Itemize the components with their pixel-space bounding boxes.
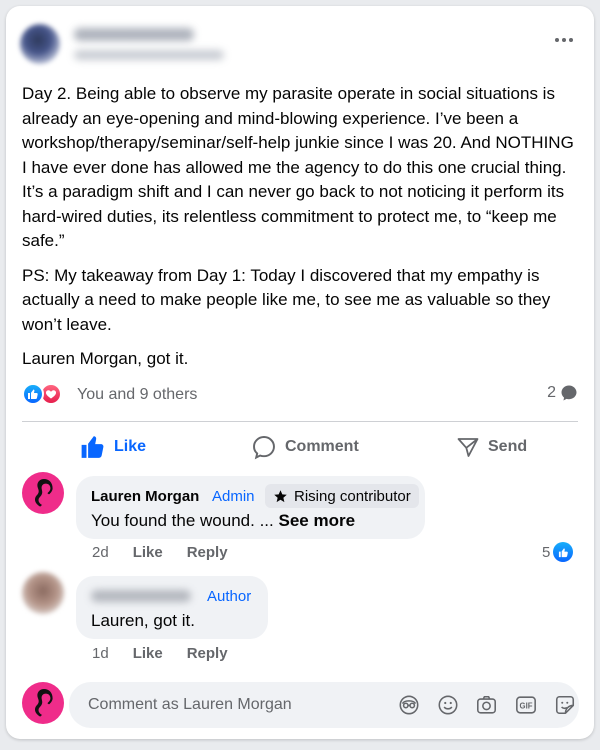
sticker-icon[interactable] [552, 693, 577, 718]
admin-tag: Admin [212, 488, 255, 505]
divider [22, 421, 578, 422]
like-reaction-icon [553, 542, 574, 562]
avatar[interactable] [22, 682, 64, 724]
avatar-silhouette-icon [34, 689, 53, 717]
post-paragraph: PS: My takeaway from Day 1: Today I disc… [22, 265, 551, 334]
avatar[interactable] [22, 472, 64, 514]
author-name-blurred[interactable] [74, 28, 194, 41]
commenter-name-blurred[interactable] [91, 590, 191, 602]
avatar-sticker-icon[interactable] [396, 693, 421, 718]
gif-icon[interactable]: GIF [513, 693, 538, 718]
like-button-label: Like [114, 438, 147, 455]
comment-count[interactable]: 2 [547, 384, 578, 402]
post-paragraph: Day 2. Being able to observe my parasite… [22, 84, 574, 250]
comment-bubble: Lauren Morgan Admin Rising contributor Y… [76, 476, 425, 539]
rising-contributor-badge[interactable]: Rising contributor [265, 484, 419, 508]
comment-time[interactable]: 1d [92, 645, 109, 662]
send-button-label: Send [488, 438, 528, 455]
reaction-icons[interactable] [22, 383, 70, 407]
comment-reply-button[interactable]: Reply [187, 544, 228, 561]
comment-text-content: You found the wound. ... [91, 511, 274, 530]
comment-like-count[interactable]: 5 [542, 542, 574, 562]
thumbs-up-icon [81, 436, 104, 458]
comment-icon [253, 436, 275, 460]
post-header [20, 22, 580, 70]
star-icon [274, 489, 287, 502]
comment-text: Lauren, got it. [91, 611, 195, 630]
comment-button-label: Comment [285, 438, 359, 455]
comment-text: You found the wound. ... See more [91, 511, 355, 531]
comment-like-count-value: 5 [542, 543, 551, 561]
send-button[interactable]: Send [456, 429, 527, 465]
like-button[interactable]: Like [80, 429, 146, 465]
post-paragraph: Lauren Morgan, got it. [22, 349, 189, 368]
reactions-summary[interactable]: You and 9 others [77, 386, 197, 404]
see-more-link[interactable]: See more [278, 511, 355, 530]
post-body: Day 2. Being able to observe my parasite… [22, 82, 582, 382]
comment-count-value: 2 [547, 384, 556, 401]
like-reaction-icon [22, 383, 44, 405]
commenter-name[interactable]: Lauren Morgan [91, 488, 199, 505]
action-bar: Like Comment Send [22, 429, 578, 465]
comment-time[interactable]: 2d [92, 544, 109, 561]
reactions-row: You and 9 others 2 [22, 382, 578, 408]
author-avatar-blurred[interactable] [20, 24, 60, 64]
camera-icon[interactable] [474, 693, 499, 718]
post-timestamp-blurred [74, 50, 224, 60]
comment-button[interactable]: Comment [251, 429, 359, 465]
svg-text:GIF: GIF [519, 701, 532, 710]
comment-bubble: Author Lauren, got it. [76, 576, 268, 639]
post-card: Day 2. Being able to observe my parasite… [6, 6, 594, 739]
send-icon [457, 438, 479, 457]
more-icon[interactable] [552, 30, 576, 50]
comment-bubble-icon [561, 385, 577, 401]
composer-tools: GIF [396, 692, 577, 718]
author-tag: Author [207, 588, 252, 605]
avatar-silhouette-icon [34, 479, 53, 507]
badge-label: Rising contributor [294, 487, 411, 505]
comment-meta: 1d Like Reply [92, 645, 228, 662]
comment-meta: 2d Like Reply [92, 544, 228, 561]
comment-like-button[interactable]: Like [133, 544, 163, 561]
comment-reply-button[interactable]: Reply [187, 645, 228, 662]
emoji-icon[interactable] [435, 693, 460, 718]
comment-like-button[interactable]: Like [133, 645, 163, 662]
avatar-blurred[interactable] [22, 572, 64, 614]
